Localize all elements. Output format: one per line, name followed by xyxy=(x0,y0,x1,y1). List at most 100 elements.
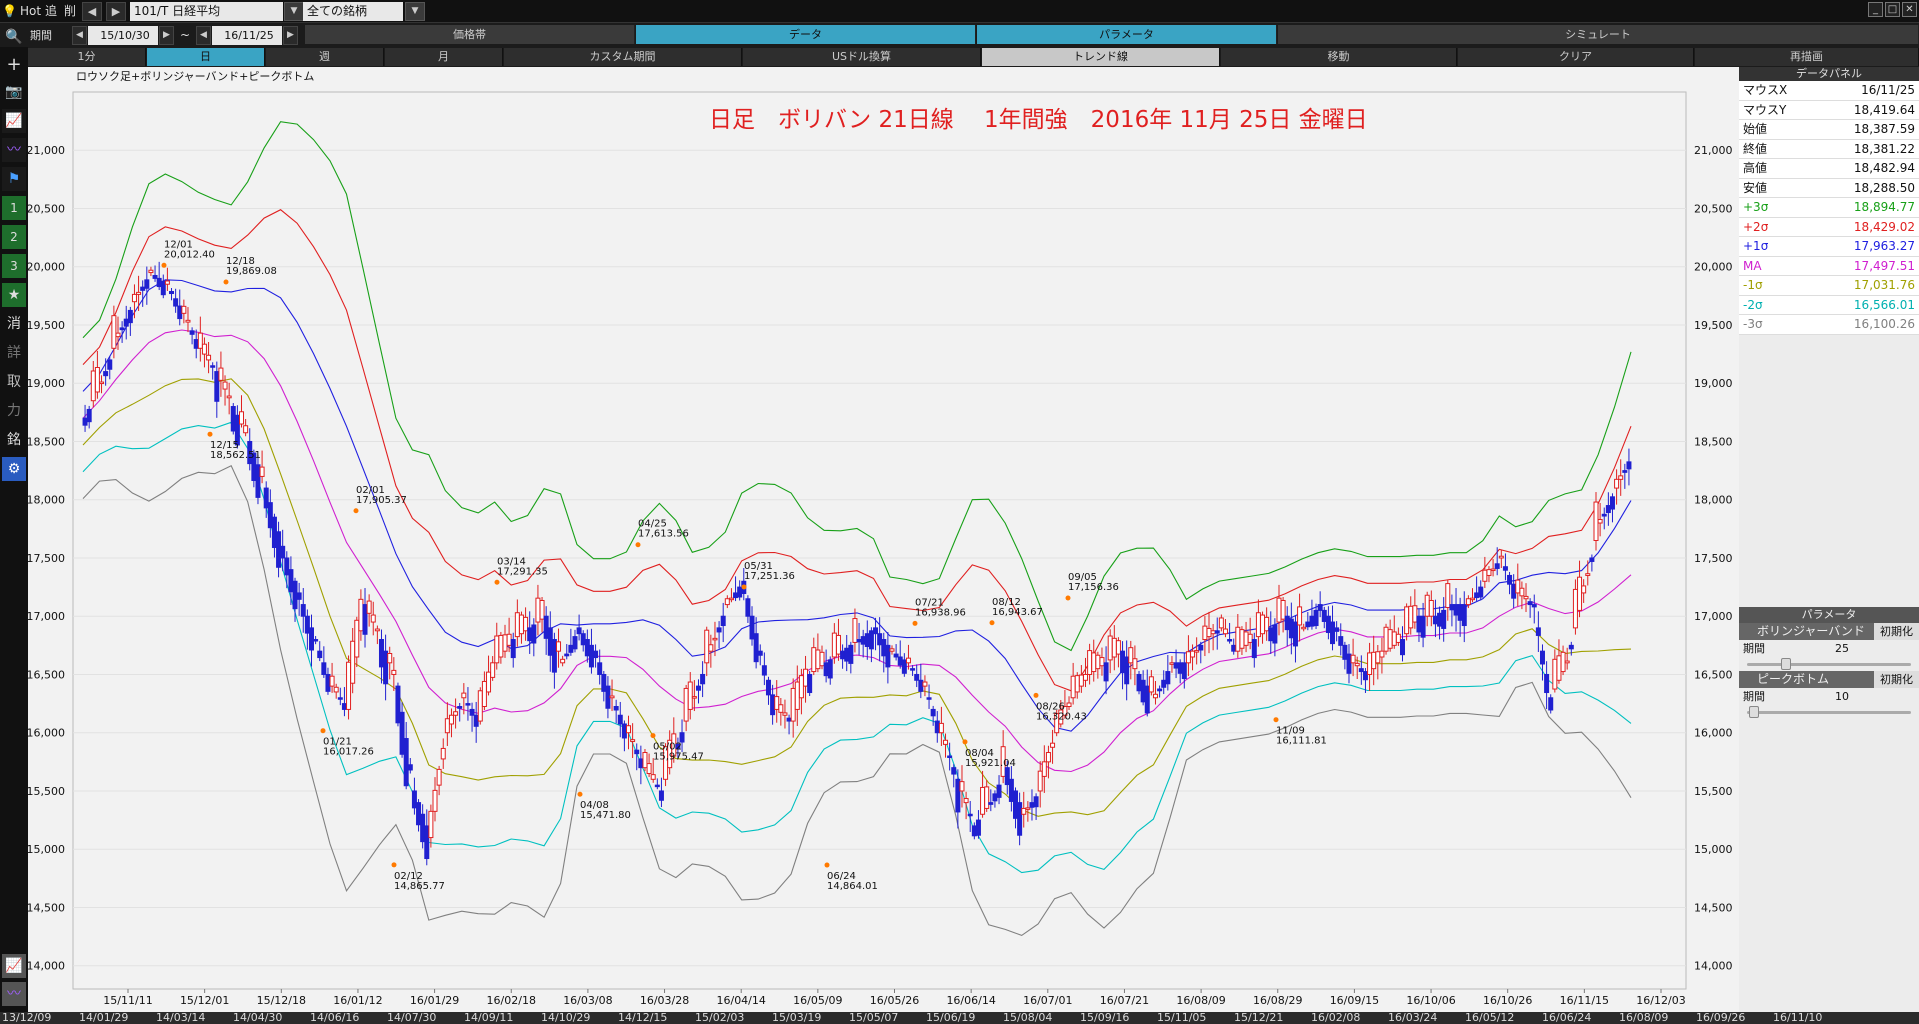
end-prev-icon[interactable]: ◀ xyxy=(196,26,211,45)
crosshair-icon[interactable]: + xyxy=(2,53,26,77)
maximize-icon[interactable]: □ xyxy=(1885,2,1900,17)
candle-body xyxy=(1539,650,1545,665)
candle-body xyxy=(140,286,146,291)
tab-usd-convert[interactable]: USドル換算 xyxy=(743,48,981,66)
bulb-icon[interactable]: 💡 xyxy=(2,2,18,21)
candle-body xyxy=(1404,606,1410,635)
candle-body xyxy=(733,592,739,599)
candle-body xyxy=(1091,652,1097,673)
tab-redraw[interactable]: 再描画 xyxy=(1695,48,1919,66)
peak-value-label: 17,613.56 xyxy=(638,529,689,540)
candle-body xyxy=(156,277,162,288)
candle-body xyxy=(1498,555,1504,559)
stock-button[interactable]: 銘 xyxy=(2,428,26,452)
symbol-dropdown-icon[interactable]: ▼ xyxy=(284,2,304,21)
y-tick-label-left: 14,000 xyxy=(28,960,65,973)
candle-body xyxy=(897,656,903,666)
chart-svg[interactable]: 12/0120,012.4012/1819,869.0812/1518,562.… xyxy=(27,67,1739,1019)
candle-body xyxy=(996,784,1002,798)
candle-body xyxy=(1486,569,1492,576)
start-prev-icon[interactable]: ◀ xyxy=(72,26,87,45)
scroll-date-label: 15/02/03 xyxy=(695,1011,745,1024)
end-next-icon[interactable]: ▶ xyxy=(283,26,298,45)
candle-body xyxy=(448,714,454,725)
tab-1min[interactable]: 1分 xyxy=(28,48,146,66)
scroll-date-label: 15/03/19 xyxy=(772,1011,822,1024)
next-symbol-button[interactable]: ▶ xyxy=(106,2,126,21)
candle-body xyxy=(99,381,105,385)
add-button[interactable]: 追 xyxy=(45,2,57,21)
candle-body xyxy=(617,714,623,725)
erase-button[interactable]: 消 xyxy=(2,312,26,336)
tab-daily[interactable]: 日 xyxy=(147,48,265,66)
search-icon[interactable]: 🔍 xyxy=(2,25,26,49)
candle-body xyxy=(737,586,743,598)
slider-knob[interactable] xyxy=(1749,706,1759,718)
close-icon[interactable]: ✕ xyxy=(1902,2,1917,17)
slider-knob[interactable] xyxy=(1781,658,1791,670)
start-next-icon[interactable]: ▶ xyxy=(159,26,174,45)
scope-dropdown-icon[interactable]: ▼ xyxy=(405,2,425,21)
minimize-icon[interactable]: _ xyxy=(1868,2,1883,17)
line-chart-icon[interactable]: 📈 xyxy=(2,109,26,133)
hot-button[interactable]: Hot xyxy=(20,2,41,21)
peak-value-label: 16,938.96 xyxy=(915,607,966,618)
multi-line-icon[interactable]: 〰 xyxy=(2,138,26,162)
candle-body xyxy=(683,687,689,722)
candle-body xyxy=(984,786,990,809)
preset-3-button[interactable]: 3 xyxy=(2,254,26,278)
scope-field[interactable]: 全ての銘柄 xyxy=(303,2,403,21)
candle-body xyxy=(1478,586,1484,598)
peak-bottom-period-slider[interactable] xyxy=(1739,705,1919,719)
history-scrollbar[interactable]: 13/12/09 14/01/29 14/03/14 14/04/30 14/06/16… xyxy=(0,1012,1919,1024)
candle-body xyxy=(1284,615,1290,631)
delete-button[interactable]: 削 xyxy=(64,2,76,21)
input-button[interactable]: 力 xyxy=(2,399,26,423)
tab-price-band[interactable]: 価格帯 xyxy=(305,25,635,44)
candle-body xyxy=(308,627,314,651)
candle-body xyxy=(1297,606,1303,626)
tab-simulate[interactable]: シミュレート xyxy=(1278,25,1919,44)
candle-body xyxy=(1004,767,1010,786)
tab-clear[interactable]: クリア xyxy=(1458,48,1694,66)
mini-chart-icon[interactable]: 📈 xyxy=(2,954,26,978)
preset-2-button[interactable]: 2 xyxy=(2,225,26,249)
camera-icon[interactable]: 📷 xyxy=(2,80,26,104)
take-button[interactable]: 取 xyxy=(2,370,26,394)
candle-body xyxy=(560,658,566,664)
flag-icon[interactable]: ⚑ xyxy=(2,167,26,191)
end-date-field[interactable]: 16/11/25 xyxy=(212,26,282,45)
candle-body xyxy=(922,681,928,687)
tab-parameter[interactable]: パラメータ xyxy=(977,25,1277,44)
top-toolbar: 💡 Hot 追 削 ◀ ▶ 101/T 日経平均 ▼ 全ての銘柄 ▼ _ □ ✕ xyxy=(0,0,1919,23)
tab-trendline[interactable]: トレンド線 xyxy=(982,48,1220,66)
candlestick-chart[interactable]: 12/01 20,012.40 12/18 19,869.08 12/15 18,562.… xyxy=(27,67,1739,1019)
candle-body xyxy=(280,545,286,559)
tab-custom-period[interactable]: カスタム期間 xyxy=(504,48,742,66)
bollinger-line-6 xyxy=(82,465,1632,937)
mini-chart-2-icon[interactable]: 〰 xyxy=(2,982,26,1006)
candle-body xyxy=(1288,618,1294,639)
bollinger-period-slider[interactable] xyxy=(1739,657,1919,671)
candle-body xyxy=(1202,625,1208,641)
tab-data[interactable]: データ xyxy=(636,25,976,44)
gear-icon[interactable]: ⚙ xyxy=(2,457,26,481)
candle-body xyxy=(300,604,306,617)
tab-monthly[interactable]: 月 xyxy=(385,48,503,66)
candle-body xyxy=(444,718,450,734)
tab-weekly[interactable]: 週 xyxy=(266,48,384,66)
start-date-field[interactable]: 15/10/30 xyxy=(88,26,158,45)
candle-body xyxy=(94,367,100,393)
symbol-field[interactable]: 101/T 日経平均 xyxy=(130,2,283,21)
preset-1-button[interactable]: 1 xyxy=(2,196,26,220)
candle-body xyxy=(1400,639,1406,656)
candle-body xyxy=(1424,594,1430,617)
candle-body xyxy=(642,752,648,769)
bollinger-reset-button[interactable]: 初期化 xyxy=(1874,623,1919,640)
candle-body xyxy=(630,739,636,742)
tab-move[interactable]: 移動 xyxy=(1221,48,1457,66)
peak-bottom-reset-button[interactable]: 初期化 xyxy=(1874,671,1919,688)
star-icon[interactable]: ★ xyxy=(2,283,26,307)
prev-symbol-button[interactable]: ◀ xyxy=(82,2,102,21)
detail-button[interactable]: 詳 xyxy=(2,341,26,365)
